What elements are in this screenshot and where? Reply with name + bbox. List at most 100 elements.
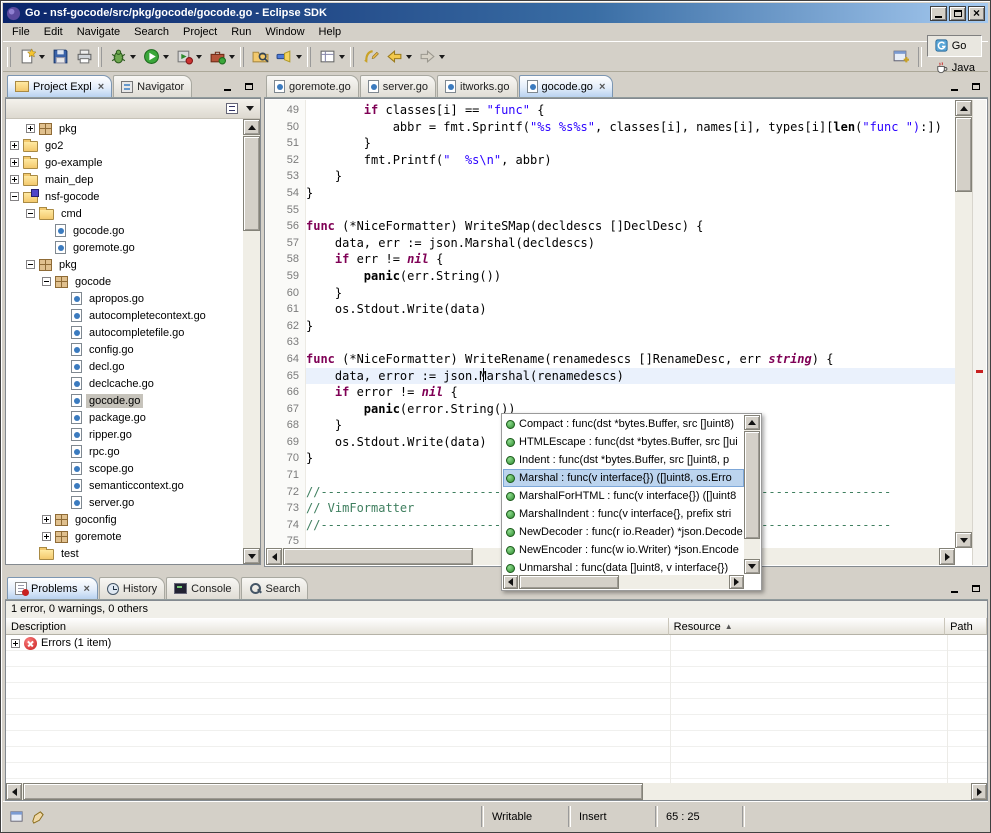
tree-item-main-dep[interactable]: main_dep — [6, 171, 243, 188]
scroll-left-button[interactable] — [503, 575, 518, 589]
scroll-right-button[interactable] — [971, 783, 987, 800]
tree-item-package-go[interactable]: package.go — [6, 409, 243, 426]
tree-item-cmd[interactable]: cmd — [6, 205, 243, 222]
maximize-editor-button[interactable] — [967, 79, 985, 94]
assist-item[interactable]: NewDecoder : func(r io.Reader) *json.Dec… — [503, 523, 744, 541]
expander-minus-icon[interactable] — [42, 277, 51, 286]
scrollbar-thumb[interactable] — [243, 136, 260, 231]
tree-item-config-go[interactable]: config.go — [6, 341, 243, 358]
expander-plus-icon[interactable] — [42, 532, 51, 541]
save-button[interactable] — [48, 45, 72, 69]
problems-horizontal-scrollbar[interactable] — [6, 783, 987, 800]
maximize-view-button[interactable] — [240, 79, 258, 94]
minimize-view-button[interactable] — [945, 581, 963, 596]
perspective-go-button[interactable]: Go — [927, 35, 982, 57]
problems-row[interactable]: Errors (1 item) — [6, 635, 987, 651]
assist-item[interactable]: MarshalForHTML : func(v interface{}) ([]… — [503, 487, 744, 505]
scroll-left-button[interactable] — [266, 548, 282, 565]
tree-item-gocode-go[interactable]: gocode.go — [6, 392, 243, 409]
scrollbar-thumb[interactable] — [519, 575, 619, 589]
expander-minus-icon[interactable] — [10, 192, 19, 201]
scroll-up-button[interactable] — [955, 100, 972, 116]
scrollbar-thumb[interactable] — [744, 431, 760, 539]
view-tab-console[interactable]: Console — [166, 577, 239, 599]
scrollbar-thumb[interactable] — [955, 117, 972, 192]
run-last-launched-button[interactable] — [172, 45, 196, 69]
view-tab-search[interactable]: Search — [241, 577, 309, 599]
toolbar-grip[interactable] — [307, 47, 311, 67]
close-button[interactable]: × — [968, 6, 985, 21]
line-number-ruler[interactable]: 4950515253545556575859606162636465666768… — [266, 100, 306, 548]
expander-plus-icon[interactable] — [42, 515, 51, 524]
assist-item[interactable]: HTMLEscape : func(dst *bytes.Buffer, src… — [503, 433, 744, 451]
print-button[interactable] — [72, 45, 96, 69]
overview-ruler[interactable] — [972, 100, 986, 565]
minimize-view-button[interactable] — [218, 79, 236, 94]
open-resource-button[interactable] — [248, 45, 272, 69]
tree-item-ripper-go[interactable]: ripper.go — [6, 426, 243, 443]
open-perspective-button[interactable] — [889, 45, 913, 69]
tree-item-autocompletecontext-go[interactable]: autocompletecontext.go — [6, 307, 243, 324]
assist-item[interactable]: NewEncoder : func(w io.Writer) *json.Enc… — [503, 541, 744, 559]
external-tools-dropdown-icon[interactable] — [229, 55, 235, 59]
toolbar-grip[interactable] — [7, 47, 11, 67]
debug-dropdown-icon[interactable] — [130, 55, 136, 59]
tree-item-decl-go[interactable]: decl.go — [6, 358, 243, 375]
tree-item-autocompletefile-go[interactable]: autocompletefile.go — [6, 324, 243, 341]
scroll-up-button[interactable] — [243, 119, 260, 135]
scroll-down-button[interactable] — [955, 532, 972, 548]
fast-view-icon[interactable] — [9, 809, 24, 824]
restore-button[interactable] — [949, 6, 966, 21]
assist-item[interactable]: Unmarshal : func(data []uint8, v interfa… — [503, 559, 744, 574]
tree-item-gocode[interactable]: gocode — [6, 273, 243, 290]
scrollbar-thumb[interactable] — [23, 783, 643, 800]
tree-item-goremote[interactable]: goremote — [6, 528, 243, 545]
run-last-launched-dropdown-icon[interactable] — [196, 55, 202, 59]
menu-navigate[interactable]: Navigate — [70, 24, 127, 40]
explorer-vertical-scrollbar[interactable] — [243, 119, 260, 564]
view-tab-navigator[interactable]: Navigator — [113, 75, 192, 97]
annotations-button[interactable] — [315, 45, 339, 69]
back-dropdown-icon[interactable] — [406, 55, 412, 59]
menu-edit[interactable]: Edit — [37, 24, 70, 40]
annotations-dropdown-icon[interactable] — [339, 55, 345, 59]
tree-item-pkg[interactable]: pkg — [6, 256, 243, 273]
menu-file[interactable]: File — [5, 24, 37, 40]
scrollbar-thumb[interactable] — [283, 548, 473, 565]
new-wizard-button[interactable] — [15, 45, 39, 69]
back-button[interactable] — [382, 45, 406, 69]
forward-button[interactable] — [415, 45, 439, 69]
maximize-view-button[interactable] — [967, 581, 985, 596]
editor-tab-goremote-go[interactable]: goremote.go — [266, 75, 359, 97]
column-header-path[interactable]: Path — [945, 618, 987, 635]
menu-help[interactable]: Help — [312, 24, 349, 40]
assist-item[interactable]: MarshalIndent : func(v interface{}, pref… — [503, 505, 744, 523]
tree-item-pkg[interactable]: pkg — [6, 120, 243, 137]
assist-item[interactable]: Indent : func(dst *bytes.Buffer, src []u… — [503, 451, 744, 469]
close-tab-icon[interactable]: × — [98, 81, 104, 93]
tree-item-semanticcontext-go[interactable]: semanticcontext.go — [6, 477, 243, 494]
view-tab-problems[interactable]: Problems× — [7, 577, 98, 599]
editor-vertical-scrollbar[interactable] — [955, 100, 972, 548]
tree-item-declcache-go[interactable]: declcache.go — [6, 375, 243, 392]
menu-project[interactable]: Project — [176, 24, 224, 40]
search-button[interactable] — [272, 45, 296, 69]
minimize-editor-button[interactable] — [945, 79, 963, 94]
scroll-down-button[interactable] — [243, 548, 260, 564]
tree-item-apropos-go[interactable]: apropos.go — [6, 290, 243, 307]
assist-vertical-scrollbar[interactable] — [744, 415, 760, 574]
last-edit-location-button[interactable] — [358, 45, 382, 69]
assist-item[interactable]: Compact : func(dst *bytes.Buffer, src []… — [503, 415, 744, 433]
menu-search[interactable]: Search — [127, 24, 176, 40]
close-tab-icon[interactable]: × — [83, 583, 89, 595]
expander-plus-icon[interactable] — [11, 639, 20, 648]
editor-tab-itworks-go[interactable]: itworks.go — [437, 75, 518, 97]
tree-item-nsf-gocode[interactable]: nsf-gocode — [6, 188, 243, 205]
run-button[interactable] — [139, 45, 163, 69]
error-marker[interactable] — [976, 370, 983, 373]
assist-horizontal-scrollbar[interactable] — [503, 575, 744, 589]
forward-dropdown-icon[interactable] — [439, 55, 445, 59]
expander-plus-icon[interactable] — [10, 158, 19, 167]
toolbar-grip[interactable] — [350, 47, 354, 67]
tree-item-goremote-go[interactable]: goremote.go — [6, 239, 243, 256]
